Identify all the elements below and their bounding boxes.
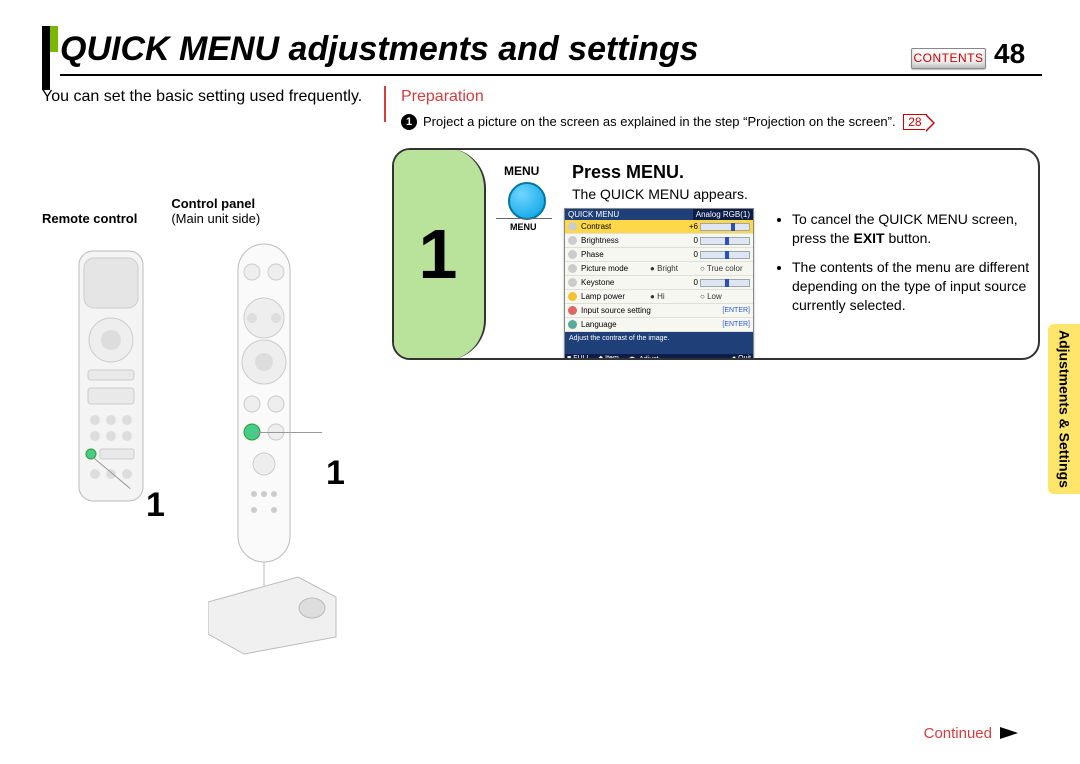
step-1-box: 1 MENU MENU Press MENU. The QUICK MENU a… <box>392 148 1040 360</box>
quick-menu-title: QUICK MENU <box>565 209 693 220</box>
source-icon <box>568 306 577 315</box>
leader-line <box>254 432 322 433</box>
preparation-heading: Preparation <box>401 88 484 106</box>
menu-button-label: MENU <box>504 164 539 178</box>
half-circle-icon <box>568 222 577 231</box>
quick-menu-source: Analog RGB(1) <box>693 209 753 220</box>
keystone-icon <box>568 278 577 287</box>
menu-sub-label: MENU <box>510 222 537 232</box>
callout-number-panel: 1 <box>326 454 345 493</box>
page-number: 48 <box>994 38 1025 70</box>
step-note: To cancel the QUICK MENU screen, press t… <box>792 210 1038 248</box>
step-notes: To cancel the QUICK MENU screen, press t… <box>774 210 1038 324</box>
preparation-step-number: 1 <box>401 114 417 130</box>
section-tab[interactable]: Adjustments & Settings <box>1048 324 1080 494</box>
quick-menu-row: Picture mode● Bright○ True color <box>565 262 753 276</box>
quick-menu-row: Keystone0 <box>565 276 753 290</box>
quick-menu-row: Lamp power● Hi○ Low <box>565 290 753 304</box>
sun-icon <box>568 236 577 245</box>
column-rule <box>384 86 386 122</box>
continued-label: Continued <box>924 725 1018 742</box>
title-accent <box>50 26 58 52</box>
page-title: QUICK MENU adjustments and settings <box>60 30 699 69</box>
remote-control-label: Remote control <box>42 211 137 226</box>
title-bar-left <box>42 26 50 90</box>
step-heading: Press MENU. <box>572 162 684 183</box>
phase-icon <box>568 250 577 259</box>
preparation-sentence: Project a picture on the screen as expla… <box>423 114 896 129</box>
remote-control-illustration <box>78 250 144 530</box>
contents-button[interactable]: CONTENTS <box>911 48 986 69</box>
quick-menu-row: Phase0 <box>565 248 753 262</box>
menu-button-icon <box>508 182 546 220</box>
quick-menu-footer: ■ FULL ⬥ Item ◀▶ Adjust ● Quit <box>565 354 753 360</box>
quick-menu-row: Input source setting[ENTER] <box>565 304 753 318</box>
step-note: The contents of the menu are different d… <box>792 258 1038 315</box>
step-subtext: The QUICK MENU appears. <box>572 186 748 202</box>
quick-menu-row: Contrast+6 <box>565 220 753 234</box>
control-panel-label: Control panel <box>171 196 260 211</box>
menu-separator <box>496 218 552 219</box>
title-rule <box>60 74 1042 76</box>
globe-icon <box>568 320 577 329</box>
arrow-right-icon <box>1000 727 1018 739</box>
picture-icon <box>568 264 577 273</box>
control-panel-sub: (Main unit side) <box>171 211 260 226</box>
preparation-text: Project a picture on the screen as expla… <box>423 114 927 130</box>
section-tab-label: Adjustments & Settings <box>1056 330 1071 488</box>
intro-text: You can set the basic setting used frequ… <box>42 88 362 106</box>
page-reference-link[interactable]: 28 <box>903 114 926 130</box>
step-number-chip: 1 <box>392 148 486 360</box>
device-labels: Remote control Control panel (Main unit … <box>42 196 382 226</box>
quick-menu-caption: Adjust the contrast of the image. <box>565 332 753 354</box>
control-panel-illustration <box>208 242 338 662</box>
quick-menu-screenshot: QUICK MENU Analog RGB(1) Contrast+6 Brig… <box>564 208 754 360</box>
quick-menu-row: Language[ENTER] <box>565 318 753 332</box>
quick-menu-row: Brightness0 <box>565 234 753 248</box>
callout-number-remote: 1 <box>146 486 165 525</box>
lamp-icon <box>568 292 577 301</box>
